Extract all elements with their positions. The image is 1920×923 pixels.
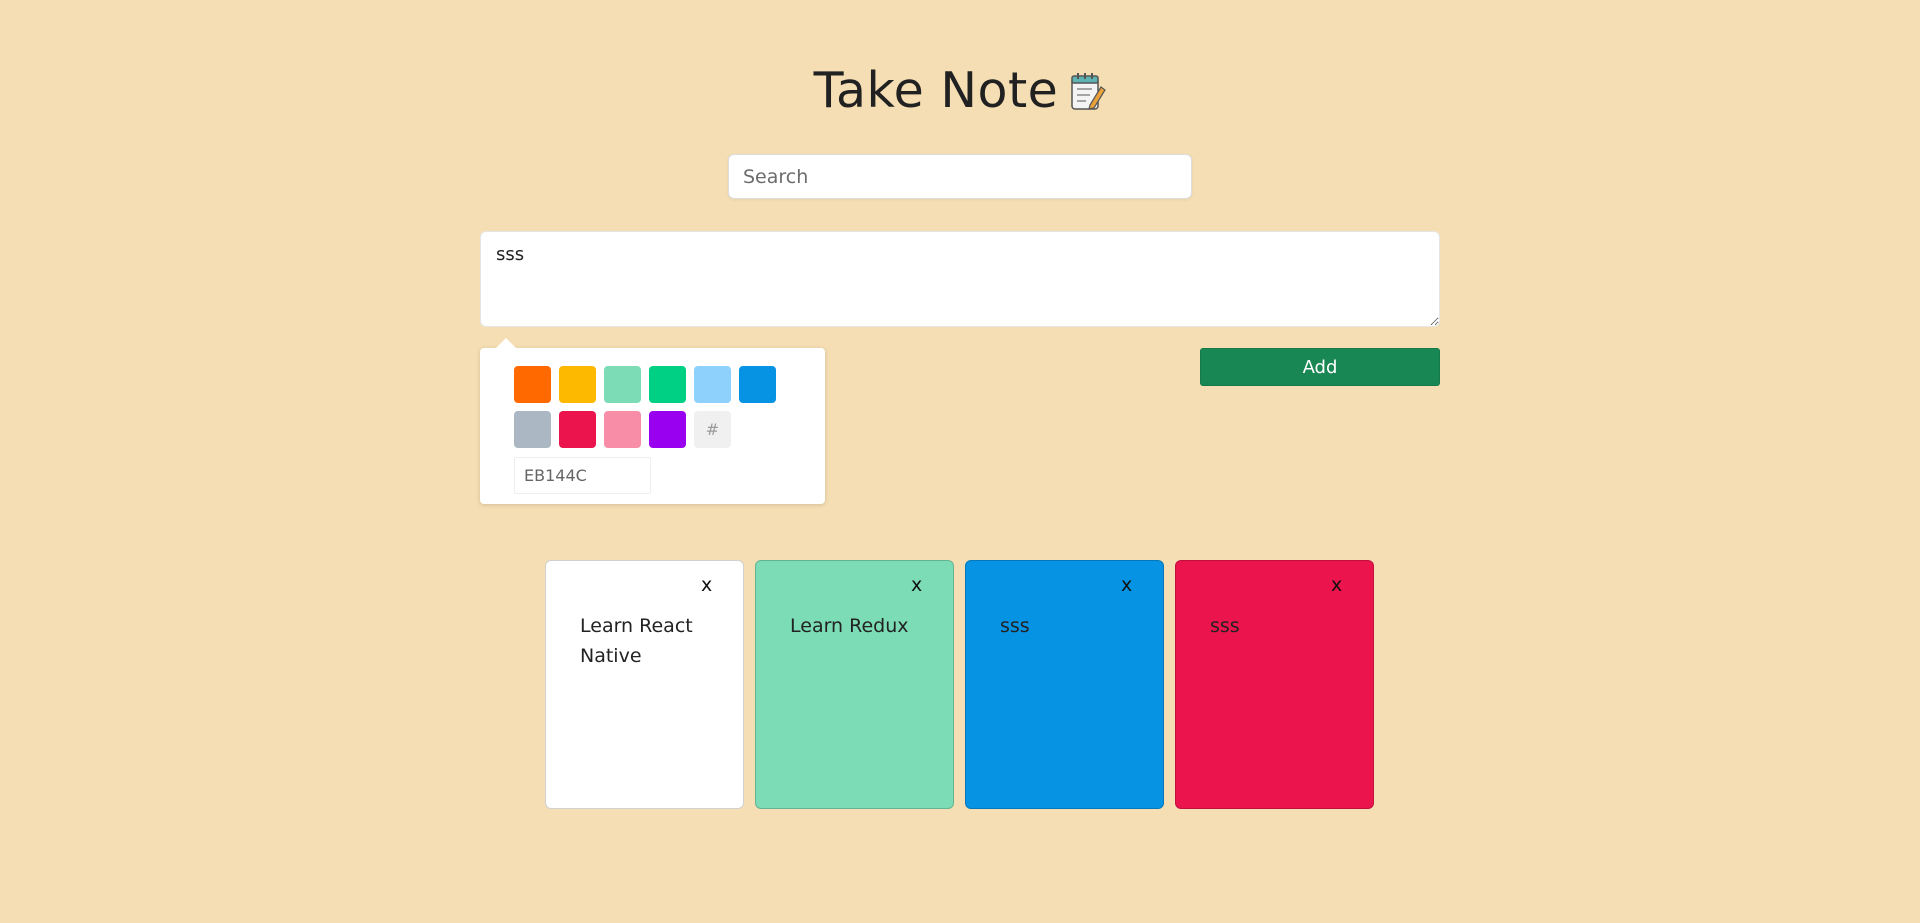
- hex-input[interactable]: [514, 457, 651, 494]
- hash-label: #: [694, 411, 731, 448]
- note-close-button[interactable]: x: [1331, 575, 1342, 595]
- note-text: Learn Redux: [790, 615, 909, 637]
- note-close-button[interactable]: x: [701, 575, 712, 595]
- note-text: Learn React Native: [580, 615, 693, 667]
- add-button[interactable]: Add: [1200, 348, 1440, 386]
- color-swatch[interactable]: [559, 366, 596, 403]
- search-input[interactable]: [728, 154, 1192, 199]
- color-swatch[interactable]: [649, 366, 686, 403]
- note-card: x Learn React Native: [545, 560, 744, 809]
- color-swatch[interactable]: [514, 411, 551, 448]
- note-text: sss: [1210, 615, 1240, 637]
- color-swatch[interactable]: [649, 411, 686, 448]
- note-card: x sss: [1175, 560, 1374, 809]
- page-title: Take Note: [0, 56, 1920, 126]
- color-swatch[interactable]: [514, 366, 551, 403]
- note-close-button[interactable]: x: [911, 575, 922, 595]
- picker-arrow: [496, 338, 516, 348]
- notepad-pencil-icon: [1071, 73, 1107, 110]
- color-picker: #: [480, 338, 825, 504]
- note-textarea[interactable]: sss: [480, 231, 1440, 327]
- note-close-button[interactable]: x: [1121, 575, 1132, 595]
- color-swatch[interactable]: [694, 366, 731, 403]
- color-swatch[interactable]: [739, 366, 776, 403]
- title-text: Take Note: [813, 62, 1059, 119]
- note-text: sss: [1000, 615, 1030, 637]
- color-swatch[interactable]: [559, 411, 596, 448]
- color-swatch[interactable]: [604, 366, 641, 403]
- color-swatch[interactable]: [604, 411, 641, 448]
- note-card: x Learn Redux: [755, 560, 954, 809]
- note-card: x sss: [965, 560, 1164, 809]
